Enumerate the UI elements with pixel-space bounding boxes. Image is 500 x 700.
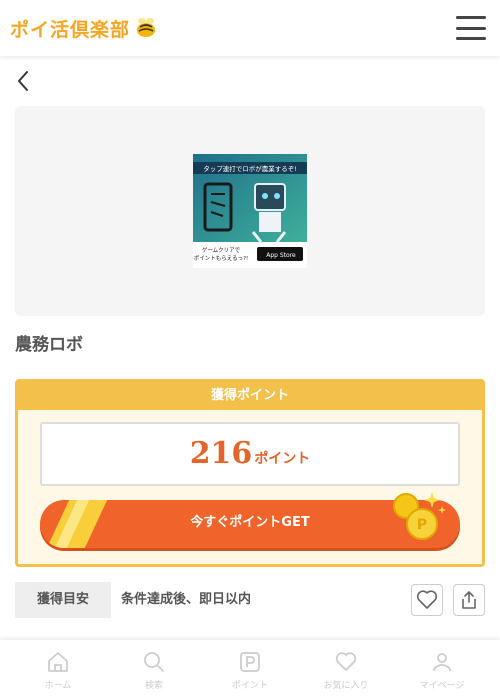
points-value-box: 216 ポイント: [40, 422, 460, 486]
home-icon: [48, 652, 68, 672]
app-title: 農務ロボ: [15, 335, 83, 355]
svg-text:タップ連打でロボが農業するぞ!: タップ連打でロボが農業するぞ!: [203, 164, 297, 173]
nav-label-search: 検索: [144, 681, 163, 691]
nav-item-home[interactable]: ホーム: [10, 640, 106, 700]
svg-text:ゲームクリアで: ゲームクリアで: [202, 246, 241, 254]
guide-text: 条件達成後、即日以内: [121, 592, 252, 607]
coins-icon: P: [393, 492, 446, 540]
top-header: ポイ活倶楽部: [0, 0, 500, 56]
nav-label-mypage: マイページ: [419, 681, 465, 691]
logo-text: ポイ活倶楽部: [10, 18, 131, 41]
app-thumbnail: タップ連打でロボが農業するぞ! ゲームクリアで ポイントもらえるっ?! App …: [193, 154, 307, 268]
hamburger-menu-icon[interactable]: [456, 14, 490, 42]
svg-text:P: P: [417, 517, 427, 533]
user-icon: [433, 653, 451, 672]
nav-label-home: ホーム: [44, 681, 72, 691]
share-button[interactable]: [453, 584, 485, 616]
favorite-button[interactable]: [411, 584, 443, 616]
share-icon: [462, 591, 476, 609]
nav-label-favorites: お気に入り: [323, 681, 369, 691]
back-button[interactable]: [12, 68, 36, 94]
svg-text:App Store: App Store: [266, 252, 296, 259]
bottom-navigation: ホーム 検索 ポイント お気に入り マイページ: [0, 640, 500, 700]
nav-item-mypage[interactable]: マイページ: [394, 640, 490, 700]
svg-text:ポイントもらえるっ?!: ポイントもらえるっ?!: [194, 255, 248, 262]
guide-label: 獲得目安: [15, 582, 111, 618]
chevron-left-icon: [18, 71, 28, 91]
nav-item-search[interactable]: 検索: [106, 640, 202, 700]
search-icon: [144, 652, 164, 672]
nav-label-points: ポイント: [231, 681, 268, 691]
site-logo[interactable]: ポイ活倶楽部: [10, 14, 158, 42]
app-image-card: タップ連打でロボが農業するぞ! ゲームクリアで ポイントもらえるっ?! App …: [15, 106, 485, 316]
heart-icon: [416, 590, 438, 609]
points-value: 216: [189, 436, 253, 471]
point-icon: [240, 652, 260, 672]
heart-icon: [335, 652, 357, 671]
bee-icon: [137, 18, 156, 37]
nav-item-favorites[interactable]: お気に入り: [298, 640, 394, 700]
points-header: 獲得ポイント: [18, 382, 482, 410]
nav-item-points[interactable]: ポイント: [202, 640, 298, 700]
points-unit: ポイント: [254, 451, 311, 467]
